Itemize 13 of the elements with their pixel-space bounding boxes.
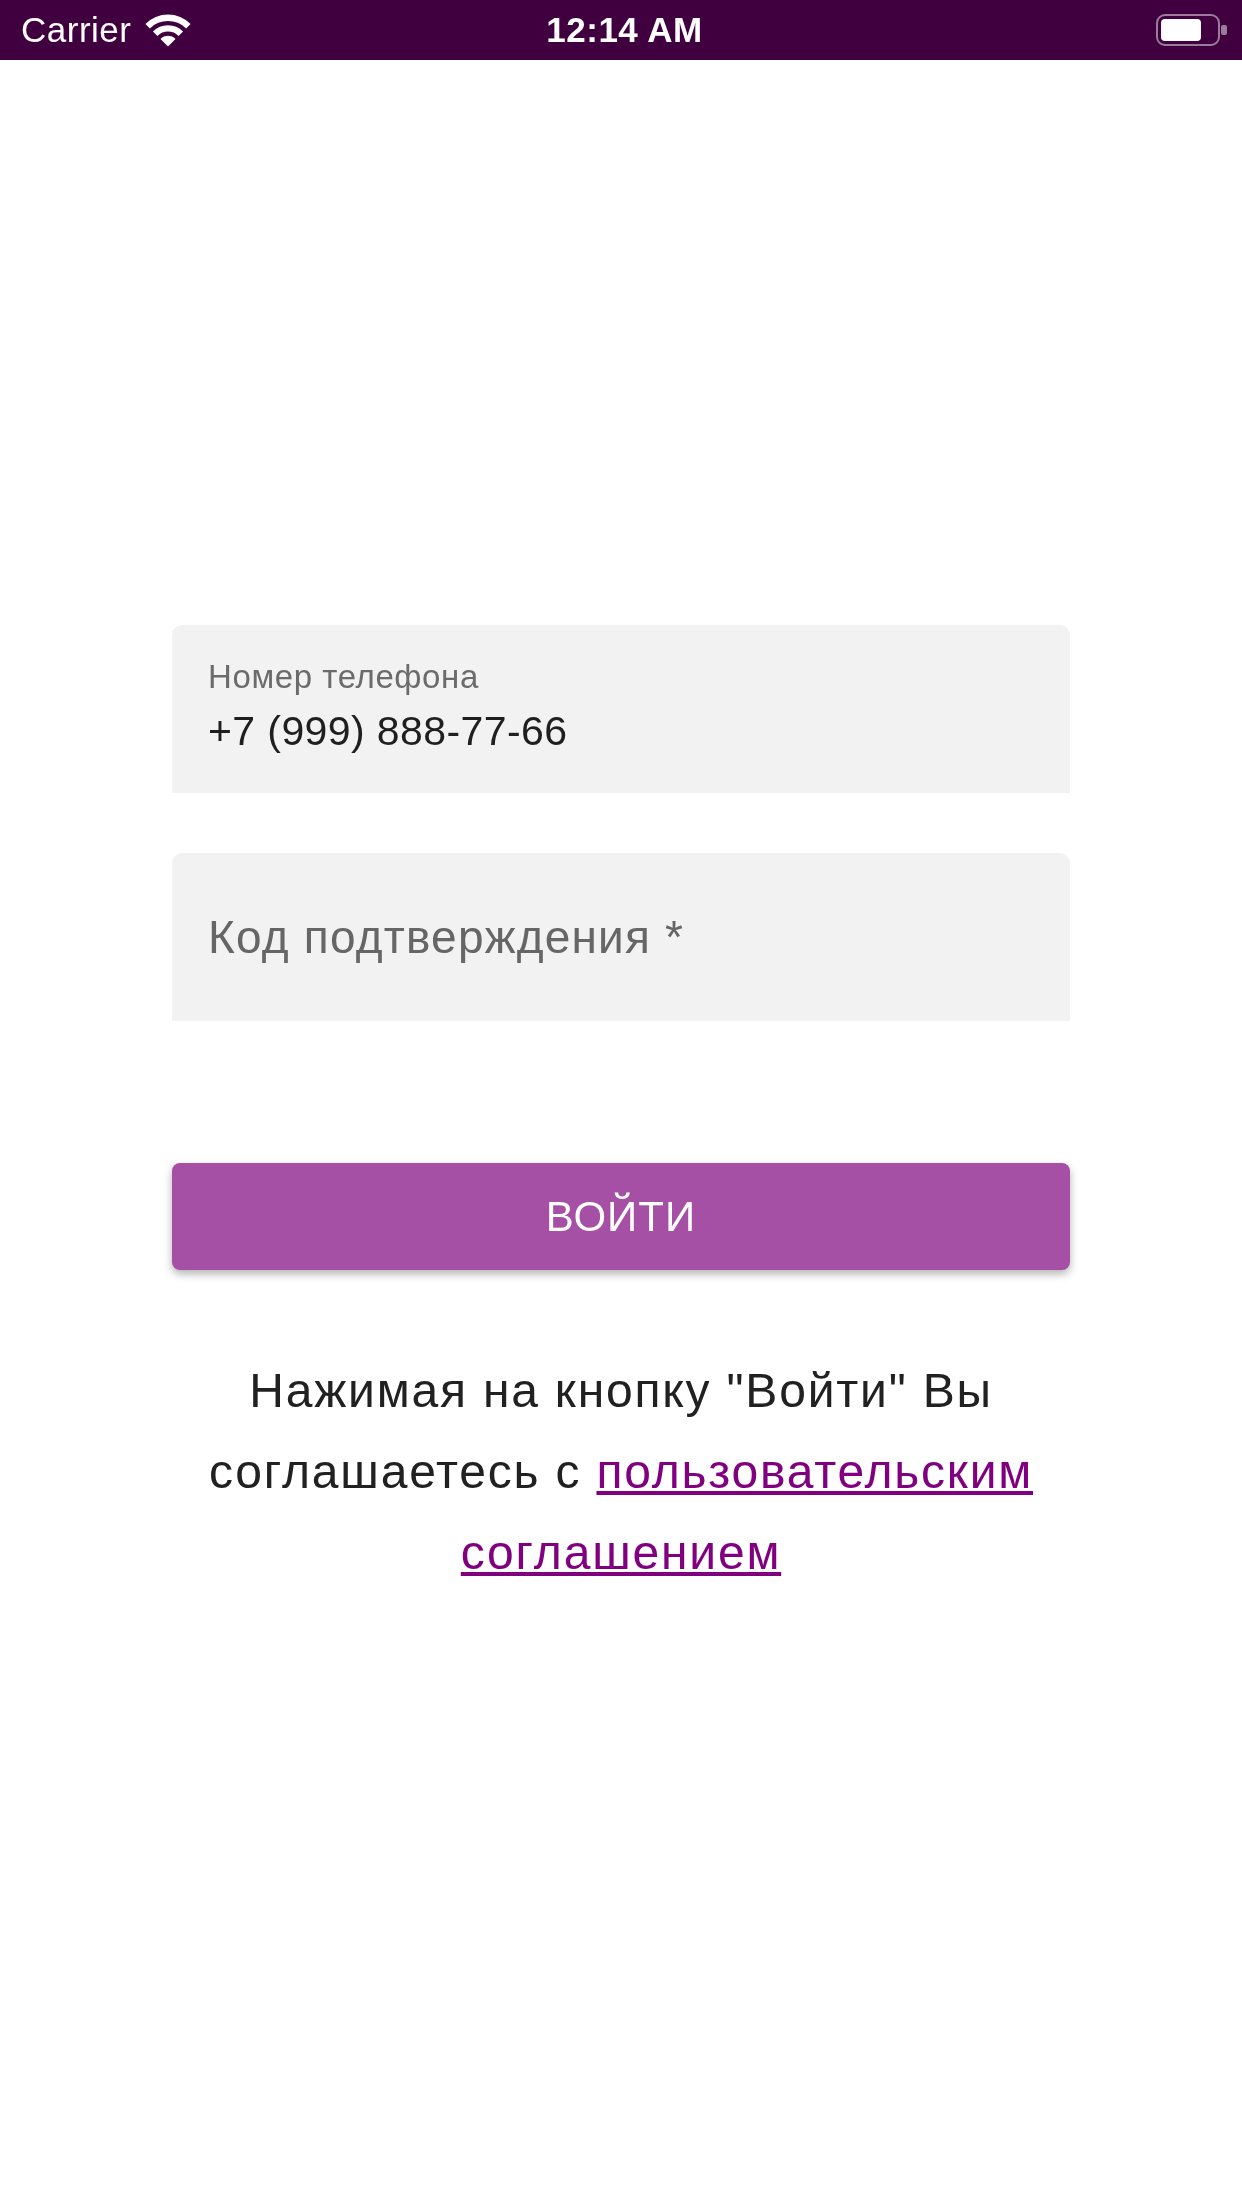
agreement-link[interactable]: соглашением [460,1526,782,1579]
clock-time: 12:14 AM [546,9,703,51]
agreement-link[interactable]: пользовательским [596,1445,1034,1498]
phone-field[interactable]: Номер телефона +7 (999) 888-77-66 [172,625,1070,793]
carrier-name: Carrier [21,9,132,51]
code-placeholder: Код подтверждения * [208,910,685,965]
phone-label: Номер телефона [208,657,479,697]
wifi-icon [145,13,192,47]
agreement-text: Нажимая на кнопку "Войти" Вы соглашаетесь с пользовательским соглашением [207,1363,1035,1581]
phone-value: +7 (999) 888-77-66 [208,707,568,755]
battery-icon [1156,14,1228,46]
code-field[interactable]: Код подтверждения * [172,853,1070,1021]
login-button[interactable]: ВОЙТИ [172,1163,1070,1270]
